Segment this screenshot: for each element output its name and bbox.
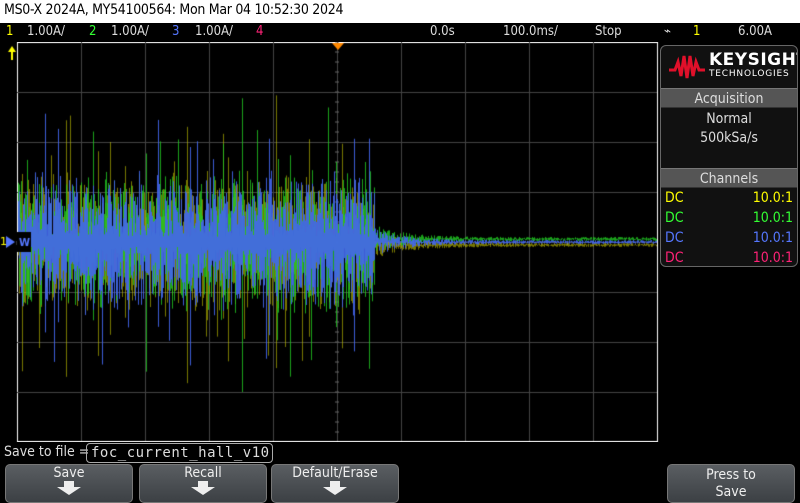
probe-ratio: 10.0:1 — [752, 190, 793, 206]
ch2-number[interactable]: 2 — [89, 24, 96, 39]
ch2-scale[interactable]: 1.00A/ — [111, 24, 149, 39]
probe-ratio: 10.0:1 — [752, 250, 793, 266]
keysight-wave-icon — [669, 55, 705, 79]
channel-row[interactable]: DC 10.0:1 — [661, 208, 797, 228]
down-arrow-icon — [323, 481, 347, 495]
filename-field[interactable]: foc_current_hall_v10 — [86, 443, 273, 463]
acquisition-header[interactable]: Acquisition — [661, 88, 797, 108]
coupling: DC — [665, 250, 684, 266]
down-arrow-icon — [57, 481, 81, 495]
coupling: DC — [665, 210, 684, 226]
keysight-logo: KEYSIGHT TECHNOLOGIES — [661, 46, 797, 88]
save-softkey[interactable]: Save — [5, 464, 133, 503]
probe-ratio: 10.0:1 — [752, 230, 793, 246]
channel-row[interactable]: DC 10.0:1 — [661, 228, 797, 248]
probe-ratio: 10.0:1 — [752, 210, 793, 226]
status-bar: 1 1.00A/ 2 1.00A/ 3 1.00A/ 4 0.0s 100.0m… — [0, 23, 800, 43]
trigger-source[interactable]: 1 — [693, 24, 700, 39]
ch4-number[interactable]: 4 — [256, 24, 263, 39]
trigger-edge-icon: ⌁ — [664, 24, 672, 39]
sample-rate: 500kSa/s — [700, 130, 758, 146]
channel-row[interactable]: DC 10.0:1 — [661, 248, 797, 266]
time-delay[interactable]: 0.0s — [430, 24, 455, 39]
down-arrow-icon — [191, 481, 215, 495]
trigger-level[interactable]: 6.00A — [738, 24, 772, 39]
recall-softkey[interactable]: Recall — [139, 464, 267, 503]
ch1-number[interactable]: 1 — [6, 24, 13, 39]
window-title: MS0-X 2024A, MY54100564: Mon Mar 04 10:5… — [0, 0, 800, 23]
coupling: DC — [665, 190, 684, 206]
waveform-display[interactable] — [0, 42, 660, 442]
run-state[interactable]: Stop — [595, 24, 622, 39]
channel-row[interactable]: DC 10.0:1 — [661, 188, 797, 208]
time-scale[interactable]: 100.0ms/ — [503, 24, 558, 39]
save-to-file-label: Save to file = — [4, 444, 90, 460]
ch1-scale[interactable]: 1.00A/ — [27, 24, 65, 39]
side-panel: KEYSIGHT TECHNOLOGIES Acquisition Normal… — [660, 45, 798, 267]
ch3-scale[interactable]: 1.00A/ — [195, 24, 233, 39]
acquisition-mode: Normal — [706, 111, 752, 127]
ch3-number[interactable]: 3 — [172, 24, 179, 39]
default-erase-softkey[interactable]: Default/Erase — [271, 464, 399, 503]
channels-header[interactable]: Channels — [661, 168, 797, 188]
coupling: DC — [665, 230, 684, 246]
press-to-save-softkey[interactable]: Press to Save — [667, 464, 795, 503]
